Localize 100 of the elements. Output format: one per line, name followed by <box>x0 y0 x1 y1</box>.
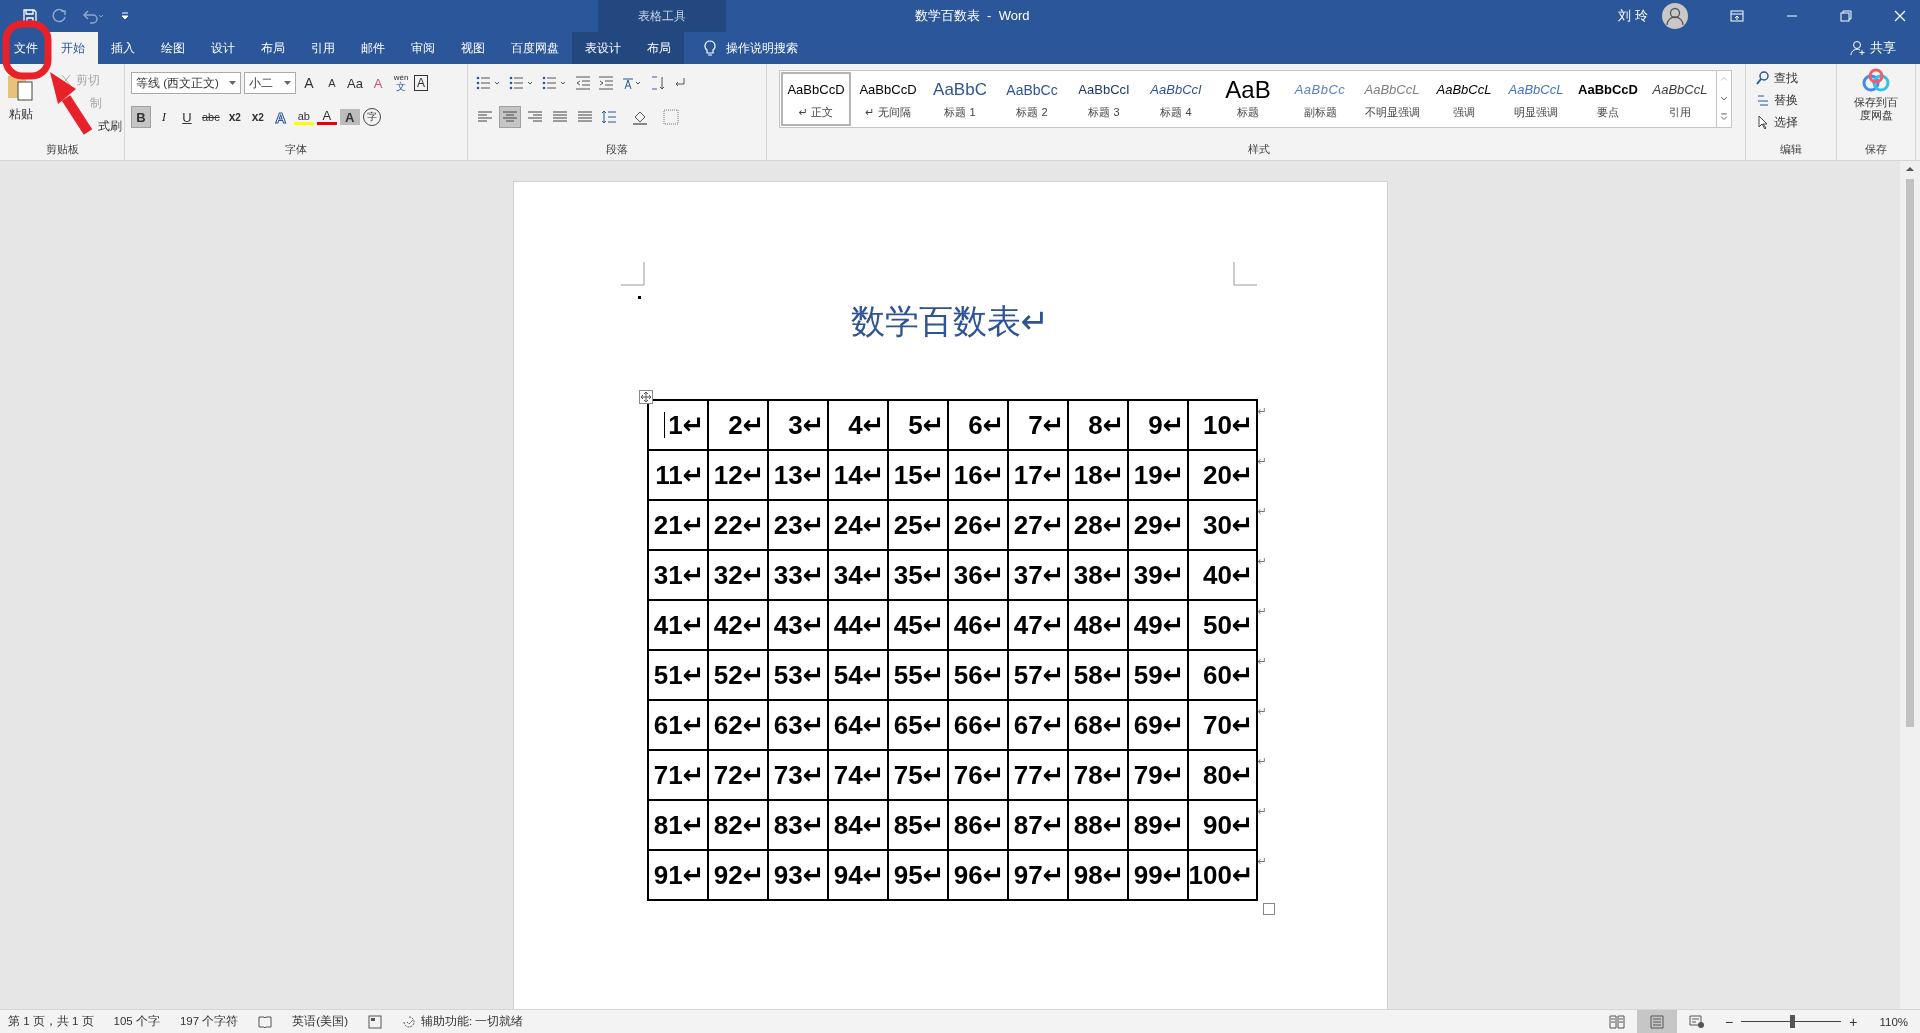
avatar-icon[interactable] <box>1662 3 1688 29</box>
page-count[interactable]: 第 1 页，共 1 页 <box>8 1014 94 1029</box>
customize-icon[interactable] <box>120 11 130 21</box>
save-icon[interactable] <box>22 8 38 24</box>
zoom-in-button[interactable]: + <box>1841 1013 1866 1030</box>
table-cell: 78↵ <box>1073 759 1125 790</box>
font-tool-button[interactable]: ab <box>293 109 314 125</box>
table-cell: 42↵ <box>713 609 765 640</box>
font-tool-button[interactable]: A <box>339 109 360 125</box>
style-option[interactable]: AaBbCc 副标题 <box>1284 71 1356 127</box>
font-size-field[interactable]: 小二 <box>244 72 296 94</box>
tell-me-search[interactable]: 操作说明搜索 <box>726 39 798 57</box>
align-button[interactable] <box>499 106 521 128</box>
table-cell: 84↵ <box>833 809 885 840</box>
ribbon-tab[interactable]: 审阅 <box>398 32 448 64</box>
table-cell: 19↵ <box>1133 459 1185 490</box>
font-tool-button[interactable]: abc <box>200 106 222 128</box>
undo-icon[interactable] <box>82 8 106 24</box>
list-icon[interactable] <box>476 75 502 91</box>
row-end-mark: ↵ <box>1257 555 1267 567</box>
ribbon-tab[interactable]: 开始 <box>48 32 98 64</box>
style-option[interactable]: AaBbCcD ↵ 正文 <box>780 71 852 127</box>
macro-icon[interactable] <box>368 1014 383 1029</box>
list-icon[interactable] <box>542 75 568 91</box>
user-name: 刘 玲 <box>1618 7 1648 25</box>
font-tool-button[interactable]: I <box>154 106 174 128</box>
font-tool-button[interactable]: U <box>177 106 197 128</box>
font-tool-button[interactable]: A <box>299 72 319 94</box>
language[interactable]: 英语(美国) <box>292 1014 349 1029</box>
style-option[interactable]: AaBbC 标题 1 <box>924 71 996 127</box>
close-icon[interactable] <box>1894 10 1906 22</box>
zoom-level[interactable]: 110% <box>1865 1015 1920 1028</box>
paste-button[interactable]: 粘贴 <box>6 68 36 142</box>
font-tool-button[interactable]: A <box>414 75 428 91</box>
zoom-out-button[interactable]: − <box>1717 1013 1742 1030</box>
style-option[interactable]: AaBbCcL 明显强调 <box>1500 71 1572 127</box>
style-option[interactable]: AaBbCcD ↵ 无间隔 <box>852 71 924 127</box>
style-option[interactable]: AaBbCcL 强调 <box>1428 71 1500 127</box>
ribbon-tab[interactable]: 布局 <box>634 32 684 64</box>
gallery-scroll[interactable] <box>1717 70 1732 128</box>
table-cell: 24↵ <box>833 509 885 540</box>
proofing-icon[interactable] <box>258 1014 273 1029</box>
decrease-indent-icon[interactable] <box>575 75 591 91</box>
ribbon-tab[interactable]: 百度网盘 <box>498 32 572 64</box>
style-option[interactable]: AaBbCcL 引用 <box>1644 71 1716 127</box>
ribbon-tab[interactable]: 邮件 <box>348 32 398 64</box>
scissors-icon <box>60 74 72 86</box>
table-cell: 21↵ <box>653 509 705 540</box>
character-count[interactable]: 197 个字符 <box>179 1014 239 1029</box>
scroll-up-icon[interactable] <box>1905 165 1915 173</box>
font-tool-button[interactable]: B <box>131 106 151 128</box>
sort-icon[interactable] <box>650 75 666 91</box>
ribbon-tab[interactable]: 引用 <box>298 32 348 64</box>
find-button[interactable]: 查找 <box>1756 68 1830 88</box>
table-cell: 54↵ <box>833 659 885 690</box>
style-option[interactable]: AaBbCcD 要点 <box>1572 71 1644 127</box>
font-tool-button[interactable]: A <box>322 72 342 94</box>
ribbon-tab[interactable]: 绘图 <box>148 32 198 64</box>
font-tool-button[interactable]: A <box>368 72 388 94</box>
style-option[interactable]: AaBbCcI 标题 3 <box>1068 71 1140 127</box>
scroll-thumb[interactable] <box>1906 179 1914 727</box>
vertical-scrollbar[interactable] <box>1900 161 1920 1009</box>
align-lines-icon <box>578 111 592 123</box>
style-option[interactable]: AaBbCcI 标题 4 <box>1140 71 1212 127</box>
style-option[interactable]: AaBbCcL 不明显强调 <box>1356 71 1428 127</box>
share-button[interactable]: 共享 <box>1870 39 1896 57</box>
replace-button[interactable]: 替换 <box>1756 90 1830 110</box>
save-to-cloud-button[interactable]: 保存到百度网盘 <box>1851 68 1901 122</box>
ribbon-tab[interactable]: 表设计 <box>572 32 634 64</box>
increase-indent-icon[interactable] <box>598 75 614 91</box>
style-option[interactable]: AaB 标题 <box>1212 71 1284 127</box>
restore-icon[interactable] <box>1840 10 1852 22</box>
font-tool-button[interactable]: Aa <box>345 72 365 94</box>
ribbon-tab[interactable]: 插入 <box>98 32 148 64</box>
select-button[interactable]: 选择 <box>1756 112 1830 132</box>
accessibility-status[interactable]: 辅助功能: 一切就绪 <box>421 1014 524 1029</box>
style-option[interactable]: AaBbCc 标题 2 <box>996 71 1068 127</box>
ribbon-tab[interactable]: 布局 <box>248 32 298 64</box>
list-icon[interactable] <box>509 75 535 91</box>
font-name-field[interactable]: 等线 (西文正文) <box>131 72 241 94</box>
ribbon-tab[interactable]: 设计 <box>198 32 248 64</box>
table-cell: 12↵ <box>713 459 765 490</box>
layout-icon[interactable] <box>621 75 643 91</box>
table-cell: 51↵ <box>653 659 705 690</box>
word-count[interactable]: 105 个字 <box>113 1014 160 1029</box>
font-tool-button[interactable]: A <box>316 109 337 125</box>
table-move-handle-icon[interactable] <box>638 390 653 404</box>
table-cell: 77↵ <box>1013 759 1065 790</box>
table-resize-handle[interactable] <box>1262 903 1275 915</box>
font-tool-button[interactable]: wén 文 <box>391 72 411 94</box>
format-painter-button[interactable]: 式刷 <box>98 116 122 136</box>
table-cell: 80↵ <box>1202 759 1254 790</box>
table-cell: 28↵ <box>1073 509 1125 540</box>
view-button[interactable] <box>1637 1010 1678 1033</box>
redo-icon[interactable] <box>52 8 68 24</box>
ribbon-tab[interactable]: 视图 <box>448 32 498 64</box>
dropdown-caret-icon <box>284 81 291 85</box>
table-cell: 5↵ <box>908 409 945 440</box>
ribbon-display-icon[interactable] <box>1730 10 1744 22</box>
view-icon <box>1689 1014 1706 1029</box>
